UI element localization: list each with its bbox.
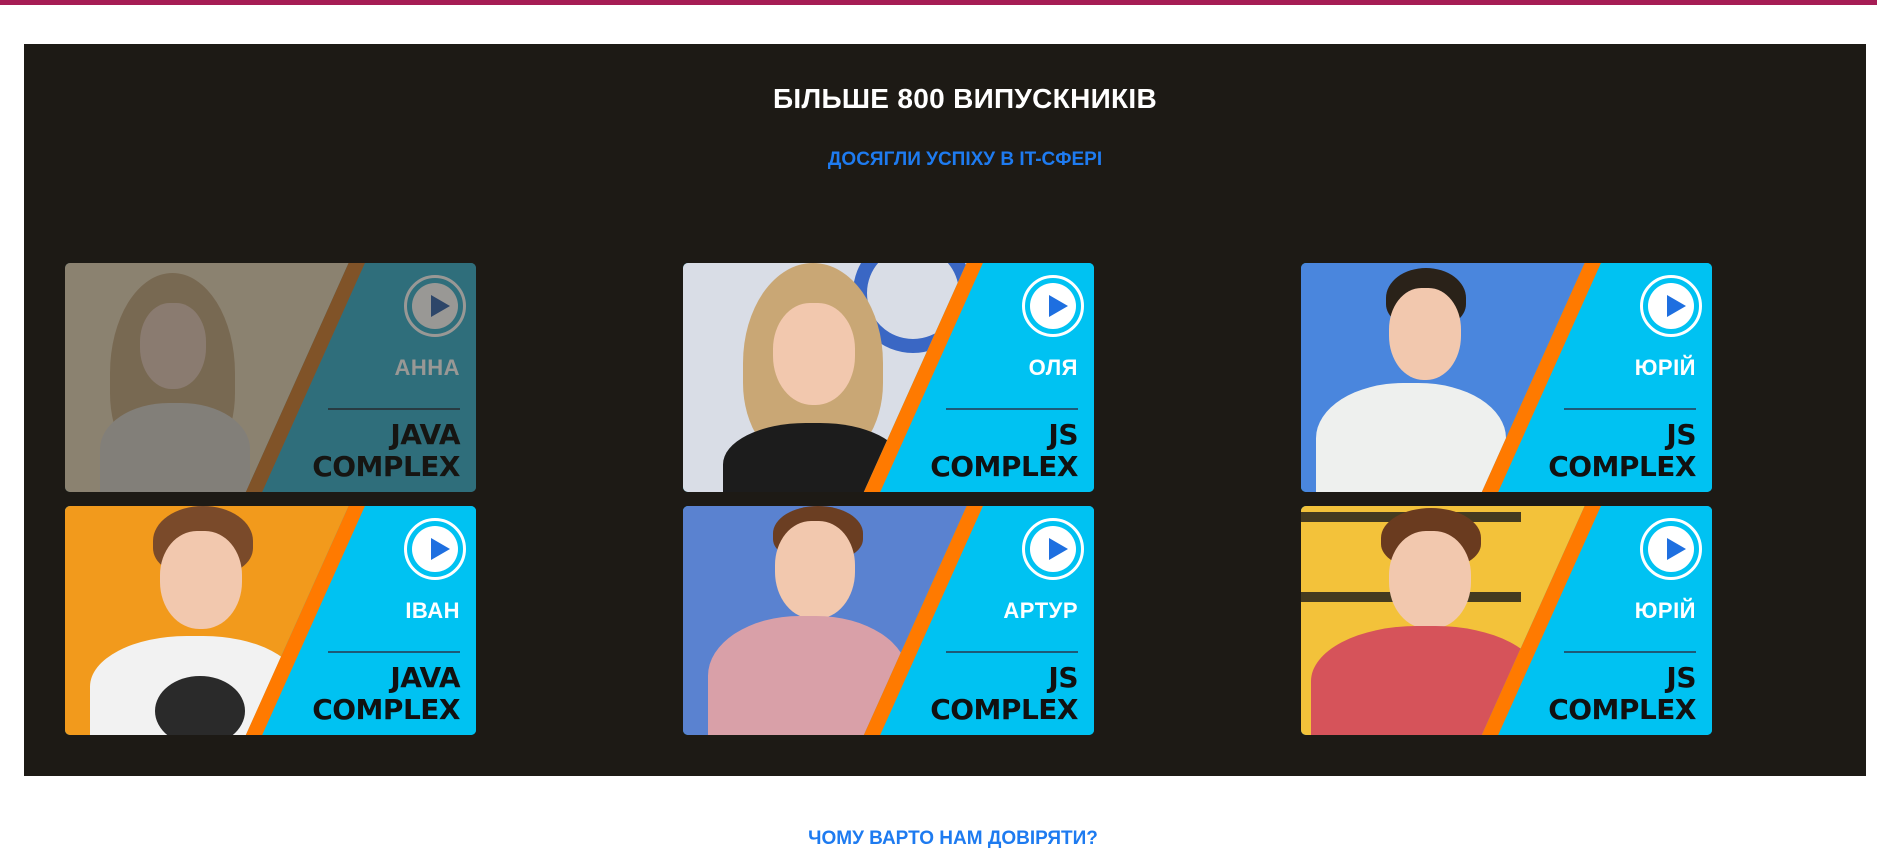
top-accent-bar [0, 0, 1877, 5]
video-card-ivan[interactable]: ІВАН JAVA COMPLEX [65, 506, 476, 735]
divider-line [1564, 651, 1696, 653]
graduate-name: ІВАН [405, 598, 460, 623]
video-card-artur[interactable]: АРТУР JS COMPLEX [683, 506, 1094, 735]
graduate-name: ЮРІЙ [1634, 355, 1696, 380]
course-name: JAVA COMPLEX [312, 661, 460, 726]
play-icon[interactable] [1022, 518, 1084, 580]
section-subtitle: ДОСЯГЛИ УСПІХУ В IT-СФЕРІ [827, 149, 1103, 170]
video-card-yurii-1[interactable]: ЮРІЙ JS COMPLEX [1301, 263, 1712, 492]
why-trust-us-heading[interactable]: ЧОМУ ВАРТО НАМ ДОВІРЯТИ? [0, 828, 1877, 850]
divider-line [1564, 408, 1696, 410]
graduate-name: АРТУР [1003, 598, 1078, 623]
course-name: JS COMPLEX [1548, 418, 1696, 483]
course-name: JS COMPLEX [930, 418, 1078, 483]
course-name: JAVA COMPLEX [312, 418, 460, 483]
video-card-anna[interactable]: АННА JAVA COMPLEX [65, 263, 476, 492]
play-icon[interactable] [404, 518, 466, 580]
divider-line [328, 651, 460, 653]
play-icon[interactable] [1640, 275, 1702, 337]
graduate-name: ЮРІЙ [1634, 598, 1696, 623]
video-card-yurii-2[interactable]: ЮРІЙ JS COMPLEX [1301, 506, 1712, 735]
video-card-olia[interactable]: ОЛЯ JS COMPLEX [683, 263, 1094, 492]
course-name: JS COMPLEX [1548, 661, 1696, 726]
divider-line [946, 408, 1078, 410]
play-icon[interactable] [1022, 275, 1084, 337]
section-title: БІЛЬШЕ 800 ВИПУСКНИКІВ [773, 83, 1157, 114]
graduate-name: ОЛЯ [1028, 355, 1078, 380]
divider-line [946, 651, 1078, 653]
course-name: JS COMPLEX [930, 661, 1078, 726]
play-icon[interactable] [404, 275, 466, 337]
divider-line [328, 408, 460, 410]
play-icon[interactable] [1640, 518, 1702, 580]
graduate-name: АННА [394, 355, 460, 380]
